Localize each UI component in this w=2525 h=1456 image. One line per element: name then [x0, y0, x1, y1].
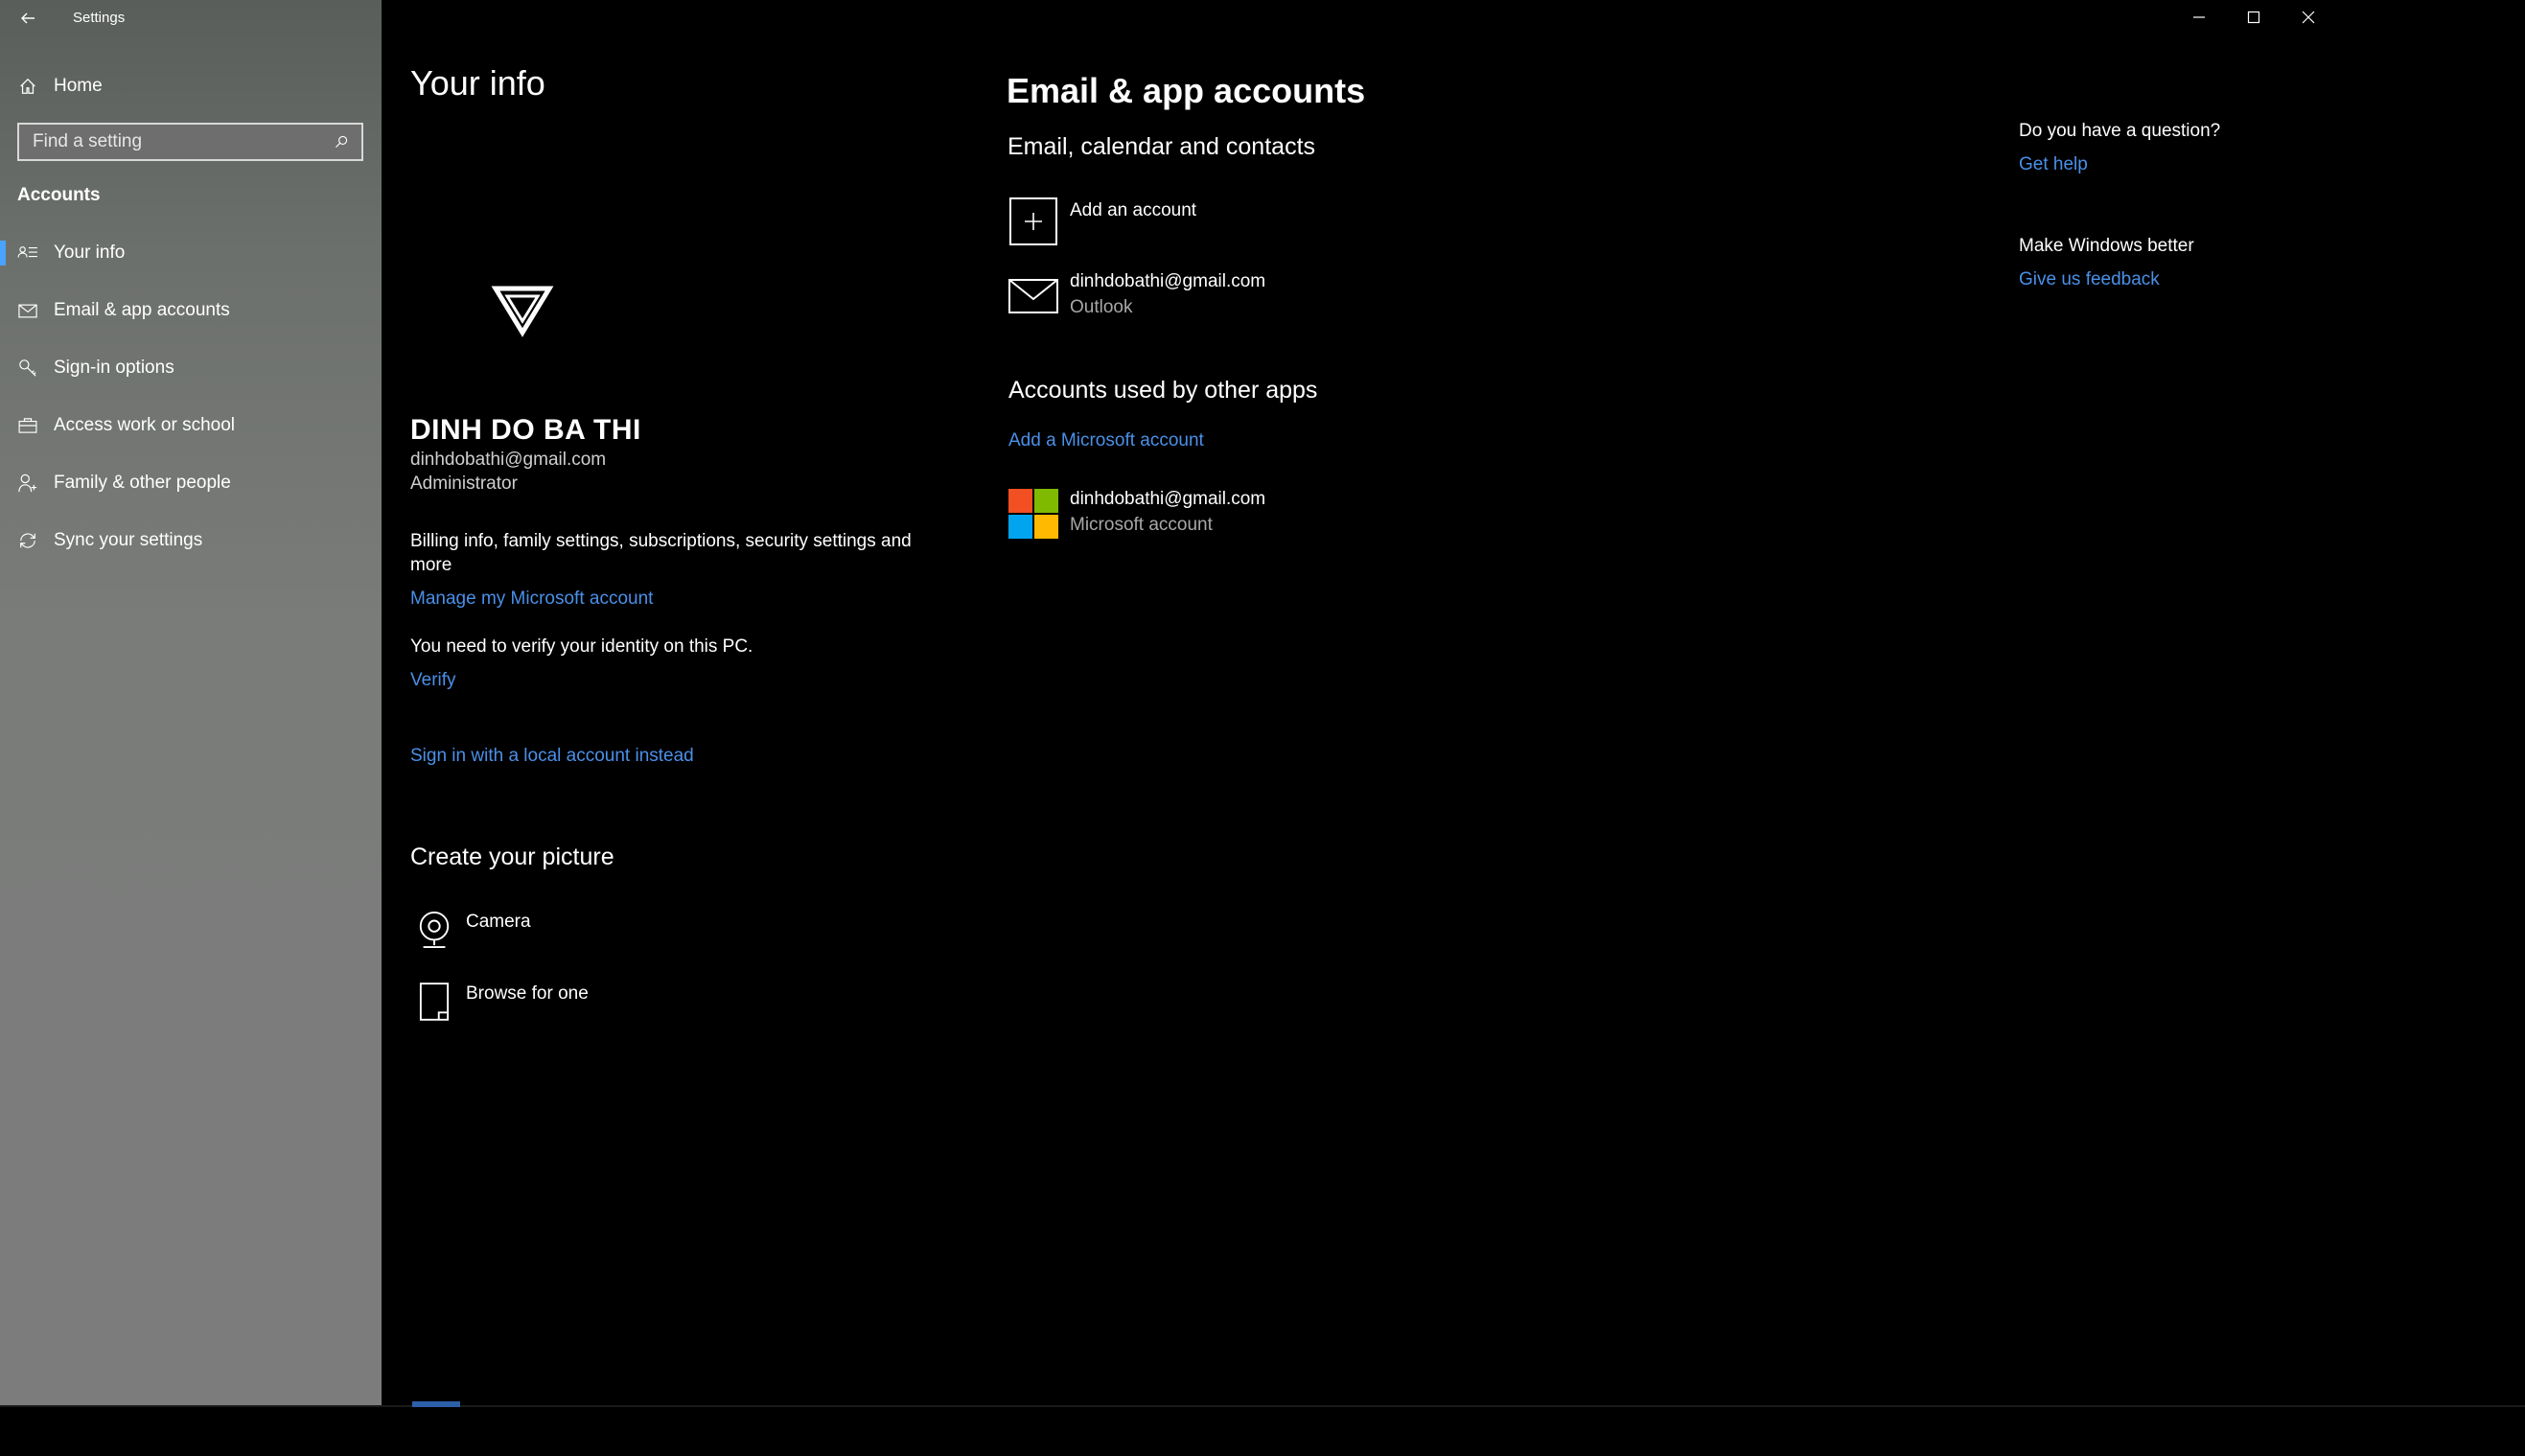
- browse-label: Browse for one: [466, 983, 589, 1004]
- person-add-icon: [16, 473, 39, 494]
- sidebar: Settings Home Accounts Your info Email &…: [0, 0, 382, 1405]
- sidebar-item-label: Sync your settings: [54, 530, 203, 550]
- file-icon: [410, 978, 458, 1026]
- nav-home-label: Home: [54, 76, 103, 96]
- email-accounts-heading: Email & app accounts: [1007, 71, 1366, 110]
- minimize-icon: [2192, 16, 2205, 18]
- sidebar-item-label: Email & app accounts: [54, 300, 230, 320]
- key-icon: [16, 358, 39, 379]
- email-account-provider: Outlook: [1070, 297, 1133, 317]
- clipped-content-fragment: [412, 1401, 460, 1407]
- verify-identity-message: You need to verify your identity on this…: [410, 636, 753, 657]
- home-icon: [17, 76, 38, 97]
- nav-home[interactable]: Home: [0, 67, 382, 105]
- email-account-address: dinhdobathi@gmail.com: [1070, 271, 1266, 291]
- section-label-accounts: Accounts: [17, 185, 101, 205]
- mail-icon: [16, 300, 39, 321]
- give-feedback-link[interactable]: Give us feedback: [2019, 269, 2160, 290]
- sidebar-item-sync-settings[interactable]: Sync your settings: [0, 512, 382, 569]
- sidebar-item-label: Your info: [54, 243, 126, 263]
- plus-icon: [1009, 197, 1057, 245]
- accounts-nav-list: Your info Email & app accounts Sign-in o…: [0, 224, 382, 569]
- question-heading: Do you have a question?: [2019, 121, 2221, 141]
- avatar: [484, 271, 561, 348]
- add-account-label: Add an account: [1070, 200, 1197, 220]
- maximize-button[interactable]: [2226, 0, 2281, 35]
- page-title: Your info: [410, 63, 545, 103]
- add-microsoft-account-link[interactable]: Add a Microsoft account: [1008, 430, 1204, 451]
- browse-option[interactable]: Browse for one: [410, 978, 589, 1026]
- email-account-item[interactable]: dinhdobathi@gmail.com Outlook: [1008, 271, 1265, 321]
- close-button[interactable]: [2281, 0, 2335, 35]
- user-role: Administrator: [410, 474, 518, 494]
- search-input[interactable]: [19, 131, 327, 152]
- camera-label: Camera: [466, 912, 531, 932]
- briefcase-icon: [16, 415, 39, 436]
- close-icon: [2302, 11, 2314, 24]
- make-windows-better-heading: Make Windows better: [2019, 236, 2194, 256]
- sidebar-item-sign-in-options[interactable]: Sign-in options: [0, 339, 382, 397]
- email-calendar-contacts-heading: Email, calendar and contacts: [1008, 133, 1316, 160]
- mail-icon: [1008, 271, 1058, 321]
- user-name: DINH DO BA THI: [410, 414, 641, 446]
- verify-link[interactable]: Verify: [410, 670, 456, 691]
- ms-account-address: dinhdobathi@gmail.com: [1070, 489, 1266, 509]
- ms-account-type: Microsoft account: [1070, 515, 1213, 535]
- manage-microsoft-account-link[interactable]: Manage my Microsoft account: [410, 589, 653, 610]
- user-email: dinhdobathi@gmail.com: [410, 450, 607, 470]
- back-button[interactable]: [13, 4, 42, 33]
- sidebar-item-label: Family & other people: [54, 473, 231, 493]
- sidebar-item-email-app-accounts[interactable]: Email & app accounts: [0, 282, 382, 339]
- other-apps-heading: Accounts used by other apps: [1008, 377, 1318, 404]
- create-picture-heading: Create your picture: [410, 844, 614, 870]
- maximize-icon: [2247, 11, 2259, 24]
- back-arrow-icon: [21, 12, 35, 24]
- contact-card-icon: [16, 243, 39, 264]
- camera-icon: [410, 906, 458, 954]
- local-account-link[interactable]: Sign in with a local account instead: [410, 746, 694, 767]
- sync-icon: [16, 530, 39, 551]
- sidebar-item-your-info[interactable]: Your info: [0, 224, 382, 282]
- minimize-button[interactable]: [2171, 0, 2226, 35]
- taskbar-area: [0, 1405, 2525, 1456]
- sidebar-item-family-other-people[interactable]: Family & other people: [0, 454, 382, 512]
- camera-option[interactable]: Camera: [410, 906, 531, 954]
- sidebar-item-label: Access work or school: [54, 415, 236, 435]
- sidebar-item-label: Sign-in options: [54, 358, 174, 378]
- microsoft-logo-icon: [1008, 489, 1058, 539]
- microsoft-account-item[interactable]: dinhdobathi@gmail.com Microsoft account: [1008, 489, 1265, 539]
- app-title: Settings: [73, 10, 126, 26]
- avatar-logo-icon: [491, 286, 554, 337]
- billing-description: Billing info, family settings, subscript…: [410, 531, 912, 575]
- add-account-button[interactable]: Add an account: [1008, 196, 1196, 246]
- search-box: [17, 123, 363, 161]
- search-icon[interactable]: [327, 127, 356, 156]
- get-help-link[interactable]: Get help: [2019, 154, 2088, 175]
- sidebar-item-access-work-school[interactable]: Access work or school: [0, 397, 382, 454]
